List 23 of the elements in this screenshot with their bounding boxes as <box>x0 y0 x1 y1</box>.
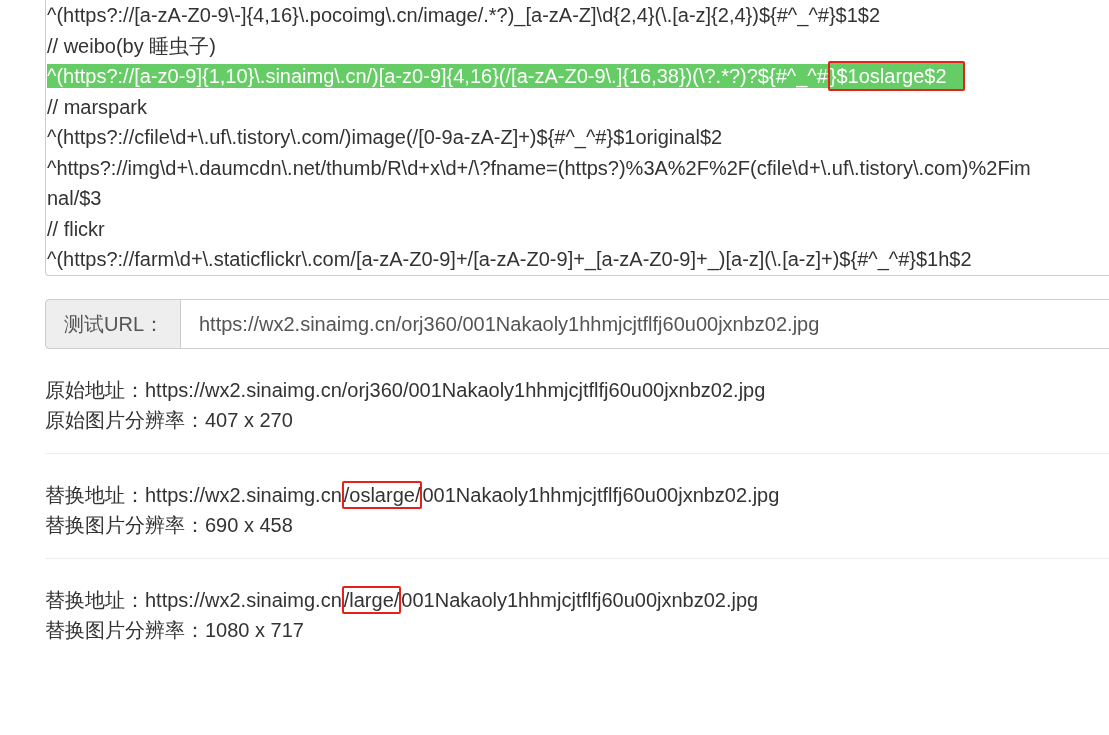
code-line: ^https?://img\d+\.daumcdn\.net/thumb/R\d+x\d+/\?fname=(https?)%3A%2F%2F(cfile\d+\.uf\.tistory\.com)%2Fim <box>47 155 1031 180</box>
rules-textarea[interactable] <box>45 0 1109 276</box>
url-text: https://wx2.sinaimg.cn/orj360/001Nakaoly1hhmjcjtflfj60u00jxnbz02.jpg <box>145 378 766 402</box>
address-label: 替换地址： <box>45 588 145 613</box>
url-text: 001Nakaoly1hhmjcjtflfj60u00jxnbz02.jpg <box>422 483 780 507</box>
code-line: // marspark <box>47 94 148 119</box>
code-line: nal/$3 <box>47 186 102 211</box>
test-url-field[interactable]: https://wx2.sinaimg.cn/orj360/001Nakaoly1hhmjcjtflfj60u00jxnbz02.jpg <box>181 299 1109 349</box>
url-text: https://wx2.sinaimg.cn <box>145 588 342 612</box>
code-line: // weibo(by 睡虫子) <box>47 33 216 58</box>
test-url-label: 测试URL： <box>45 299 181 349</box>
code-line: ^(https?://[a-zA-Z0-9\-]{4,16}\.pocoimg\.cn/image/.*?)_[a-zA-Z]\d{2,4}(\.[a-z]{2,4})${#^_^#}$1$2 <box>47 3 881 28</box>
resolution-line: 替换图片分辨率：1080 x 717 <box>45 618 304 643</box>
resolution-line: 原始图片分辨率：407 x 270 <box>45 408 293 433</box>
address-label: 原始地址： <box>45 378 145 403</box>
url-text: 001Nakaoly1hhmjcjtflfj60u00jxnbz02.jpg <box>401 588 759 612</box>
url-text: https://wx2.sinaimg.cn <box>145 483 342 507</box>
address-label: 替换地址： <box>45 483 145 508</box>
code-line: ^(https?://farm\d+\.staticflickr\.com/[a-zA-Z0-9]+/[a-zA-Z0-9]+_[a-zA-Z0-9]+_)[a-z](\.[a-z]+)${#^_^#}$1h$2 <box>47 247 972 272</box>
marked-code-text: }$1oslarge$2 <box>827 61 965 92</box>
code-line: // flickr <box>47 216 105 241</box>
code-line: ^(https?://cfile\d+\.uf\.tistory\.com/)image(/[0-9a-zA-Z]+)${#^_^#}$1original$2 <box>47 125 723 150</box>
resolution-line: 替换图片分辨率：690 x 458 <box>45 513 293 538</box>
